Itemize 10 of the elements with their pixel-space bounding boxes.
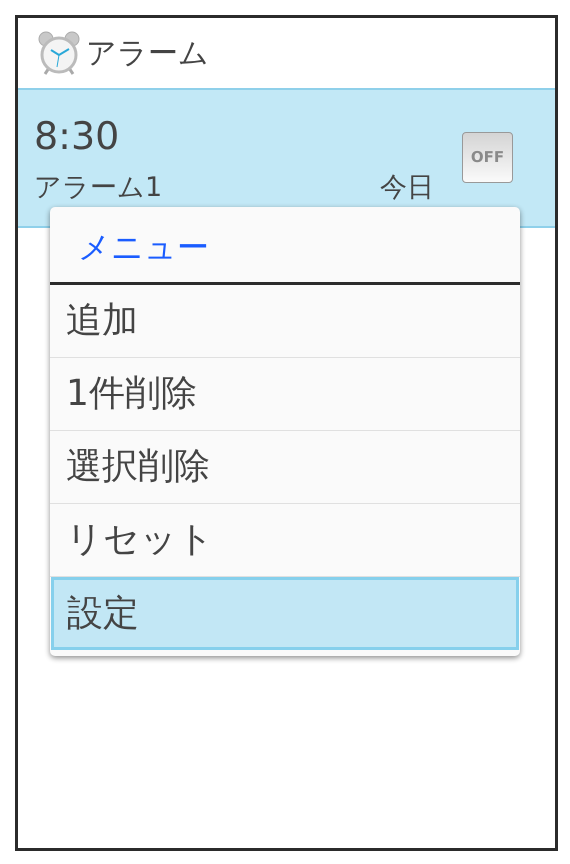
menu-item[interactable]: 設定 xyxy=(51,577,519,650)
app-title: アラーム xyxy=(86,34,209,72)
menu-title: メニュー xyxy=(50,207,520,285)
menu-item[interactable]: 選択削除 xyxy=(50,431,520,504)
menu-item[interactable]: 1件削除 xyxy=(50,358,520,431)
alarm-day: 今日 xyxy=(380,170,434,206)
menu-item[interactable]: 追加 xyxy=(50,285,520,358)
alarm-clock-icon xyxy=(36,30,82,76)
alarm-time: 8:30 xyxy=(34,113,120,160)
alarm-label: アラーム1 xyxy=(34,171,162,205)
